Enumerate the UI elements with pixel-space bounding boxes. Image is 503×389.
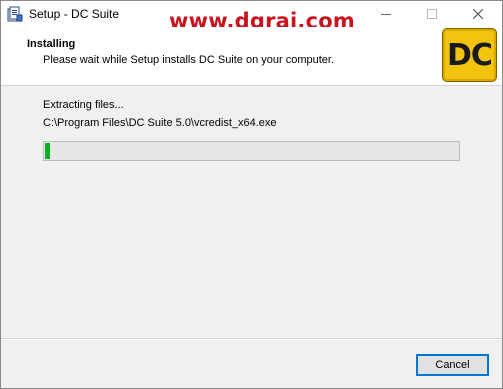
progress-fill — [45, 143, 50, 159]
maximize-icon — [427, 9, 437, 19]
page-subtitle: Please wait while Setup installs DC Suit… — [43, 54, 335, 66]
window-title: Setup - DC Suite — [29, 7, 120, 21]
title-bar[interactable]: Setup - DC Suite www.dgrai.com — [1, 1, 502, 33]
status-text: Extracting files... — [43, 99, 124, 111]
minimize-button[interactable] — [363, 1, 409, 27]
close-button[interactable] — [455, 1, 501, 27]
dc-suite-logo: DC — [442, 28, 497, 82]
wizard-header: Installing Please wait while Setup insta… — [1, 27, 502, 86]
logo-text: DC — [447, 37, 493, 73]
setup-window: Setup - DC Suite www.dgrai.com Installin… — [0, 0, 503, 389]
cancel-button[interactable]: Cancel — [416, 354, 489, 376]
current-file-path: C:\Program Files\DC Suite 5.0\vcredist_x… — [43, 117, 277, 129]
page-title: Installing — [27, 38, 76, 50]
footer-divider-highlight — [1, 339, 502, 340]
close-icon — [473, 9, 483, 19]
maximize-button[interactable] — [409, 1, 455, 27]
install-progress-bar — [43, 141, 460, 161]
minimize-icon — [381, 14, 391, 15]
setup-app-icon — [7, 6, 23, 22]
